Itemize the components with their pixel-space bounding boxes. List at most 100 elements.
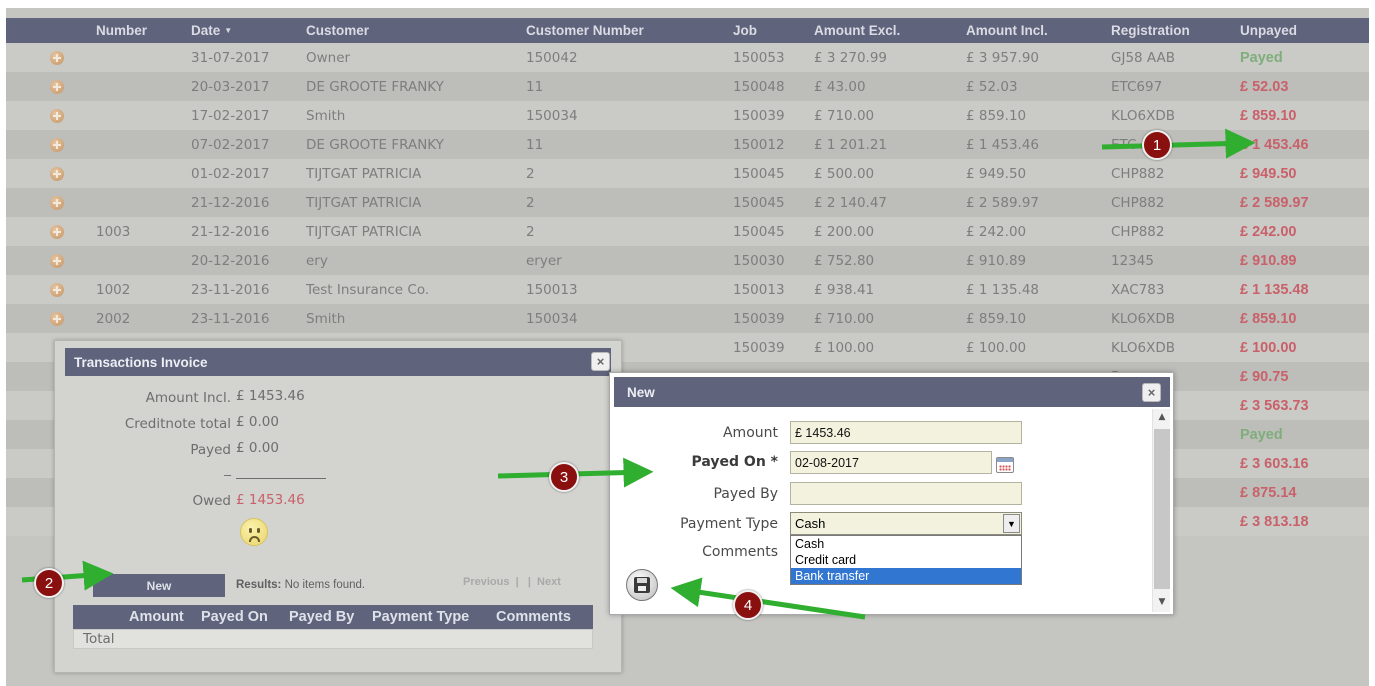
transactions-dialog-title-text: Transactions Invoice <box>74 354 208 370</box>
expand-row-icon[interactable] <box>50 159 64 188</box>
cell-customer: TIJTGAT PATRICIA <box>306 165 422 182</box>
cell-registration: CHP882 <box>1111 194 1165 211</box>
owed-value: £ 1453.46 <box>236 492 305 508</box>
plus-circle-icon <box>50 282 64 297</box>
cell-unpayed: £ 910.89 <box>1240 252 1297 269</box>
table-row[interactable]: 1003 21-12-2016 TIJTGAT PATRICIA 2 150045 £ 2… <box>6 217 1369 246</box>
option-bank-transfer[interactable]: Bank transfer <box>791 568 1021 584</box>
cell-registration: KLO6XDB <box>1111 339 1176 356</box>
sad-face-icon <box>240 518 268 546</box>
tx-col-payed-on[interactable]: Payed On <box>201 609 268 625</box>
expand-row-icon[interactable] <box>50 217 64 246</box>
table-row[interactable]: 1002 23-11-2016 Test Insurance Co. 150013 15… <box>6 275 1369 304</box>
cell-date: 01-02-2017 <box>191 165 270 182</box>
col-job[interactable]: Job <box>733 18 757 43</box>
cell-unpayed: £ 859.10 <box>1240 310 1297 327</box>
payed-by-label: Payed By <box>713 486 778 502</box>
col-customer[interactable]: Customer <box>306 18 369 43</box>
expand-row-icon[interactable] <box>50 130 64 159</box>
scroll-thumb[interactable] <box>1154 429 1170 589</box>
payment-type-select[interactable]: Cash ▼ <box>790 512 1022 535</box>
amount-label: Amount <box>722 425 778 441</box>
tx-col-payment-type[interactable]: Payment Type <box>372 609 469 625</box>
cell-amount-excl: £ 3 270.99 <box>814 49 887 66</box>
new-transaction-button[interactable]: New <box>93 574 225 597</box>
calendar-icon[interactable] <box>996 457 1014 473</box>
table-header: Number Date ▼ Customer Customer Number Jo… <box>6 18 1369 43</box>
expand-row-icon[interactable] <box>50 72 64 101</box>
cell-job: 150012 <box>733 136 785 153</box>
cell-customer-number: 11 <box>526 136 544 153</box>
col-customer-number[interactable]: Customer Number <box>526 18 644 43</box>
col-number[interactable]: Number <box>96 18 147 43</box>
cell-date: 21-12-2016 <box>191 223 270 240</box>
plus-circle-icon <box>50 195 64 210</box>
tx-col-comments[interactable]: Comments <box>496 609 571 625</box>
new-dialog-title-text: New <box>627 384 655 400</box>
expand-row-icon[interactable] <box>50 246 64 275</box>
cell-customer: Smith <box>306 107 346 124</box>
cell-customer-number: 150042 <box>526 49 578 66</box>
table-row[interactable]: 20-12-2016 ery eryer 150030 £ 752.80 £ 910.89… <box>6 246 1369 275</box>
payment-type-selected: Cash <box>795 516 826 531</box>
tx-col-payed-by[interactable]: Payed By <box>289 609 354 625</box>
cell-unpayed: £ 242.00 <box>1240 223 1297 240</box>
scroll-up-icon[interactable]: ▲ <box>1153 412 1171 424</box>
cell-registration: XAC783 <box>1111 281 1165 298</box>
expand-row-icon[interactable] <box>50 188 64 217</box>
cell-customer-number: 2 <box>526 223 535 240</box>
expand-row-icon[interactable] <box>50 275 64 304</box>
expand-row-icon[interactable] <box>50 304 64 333</box>
table-row[interactable]: 20-03-2017 DE GROOTE FRANKY 11 150048 £ 43.0… <box>6 72 1369 101</box>
cell-customer: TIJTGAT PATRICIA <box>306 223 422 240</box>
app-frame: Number Date ▼ Customer Customer Number Jo… <box>6 8 1369 686</box>
table-row[interactable]: 2002 23-11-2016 Smith 150034 150039 £ 710.00 £… <box>6 304 1369 333</box>
plus-circle-icon <box>50 137 64 152</box>
payment-type-options: Cash Credit card Bank transfer <box>790 535 1022 585</box>
close-new-dialog-button[interactable]: × <box>1142 383 1161 402</box>
col-amount-incl[interactable]: Amount Incl. <box>966 18 1048 43</box>
chevron-down-icon[interactable]: ▼ <box>1003 514 1020 533</box>
table-row[interactable]: 01-02-2017 TIJTGAT PATRICIA 2 150045 £ 500.0… <box>6 159 1369 188</box>
cell-customer-number: 11 <box>526 78 544 95</box>
col-date[interactable]: Date ▼ <box>191 18 232 43</box>
cell-unpayed: Payed <box>1240 426 1283 443</box>
cell-customer: TIJTGAT PATRICIA <box>306 194 422 211</box>
cell-unpayed: £ 90.75 <box>1240 368 1289 385</box>
col-amount-excl[interactable]: Amount Excl. <box>814 18 900 43</box>
dialog-scrollbar[interactable]: ▲ ▼ <box>1152 409 1170 612</box>
close-transactions-dialog-button[interactable]: × <box>591 352 610 371</box>
total-label: Total <box>83 631 115 647</box>
expand-row-icon[interactable] <box>50 101 64 130</box>
table-row[interactable]: 21-12-2016 TIJTGAT PATRICIA 2 150045 £ 2 140… <box>6 188 1369 217</box>
table-row[interactable]: 31-07-2017 Owner 150042 150053 £ 3 270.99 £ 3… <box>6 43 1369 72</box>
payed-by-input[interactable] <box>790 482 1022 505</box>
table-row[interactable]: 17-02-2017 Smith 150034 150039 £ 710.00 £ 859… <box>6 101 1369 130</box>
cell-amount-incl: £ 859.10 <box>966 310 1027 327</box>
scroll-down-icon[interactable]: ▼ <box>1153 597 1171 609</box>
summary-divider <box>236 478 326 479</box>
option-cash[interactable]: Cash <box>791 536 1021 552</box>
cell-amount-excl: £ 200.00 <box>814 223 875 240</box>
pager[interactable]: Previous | | Next <box>463 576 561 588</box>
cell-registration: KLO6XDB <box>1111 310 1176 327</box>
new-payment-dialog: New × Amount £ 1453.46 Payed On * 02-08-… <box>609 372 1174 615</box>
cell-amount-excl: £ 2 140.47 <box>814 194 887 211</box>
cell-job: 150039 <box>733 107 785 124</box>
expand-row-icon[interactable] <box>50 43 64 72</box>
transactions-table-header: Amount Payed On Payed By Payment Type Co… <box>73 605 593 629</box>
cell-job: 150039 <box>733 310 785 327</box>
creditnote-value: £ 0.00 <box>236 414 279 430</box>
creditnote-label: Creditnote total <box>124 416 231 432</box>
cell-amount-incl: £ 949.50 <box>966 165 1027 182</box>
tx-col-amount[interactable]: Amount <box>129 609 184 625</box>
amount-input[interactable]: £ 1453.46 <box>790 421 1022 444</box>
save-icon[interactable] <box>626 569 658 601</box>
col-unpayed[interactable]: Unpayed <box>1240 18 1297 43</box>
col-registration[interactable]: Registration <box>1111 18 1190 43</box>
cell-customer: ery <box>306 252 328 269</box>
cell-unpayed: £ 1 135.48 <box>1240 281 1309 298</box>
option-credit-card[interactable]: Credit card <box>791 552 1021 568</box>
payed-on-input[interactable]: 02-08-2017 <box>790 451 992 474</box>
cell-date: 21-12-2016 <box>191 194 270 211</box>
